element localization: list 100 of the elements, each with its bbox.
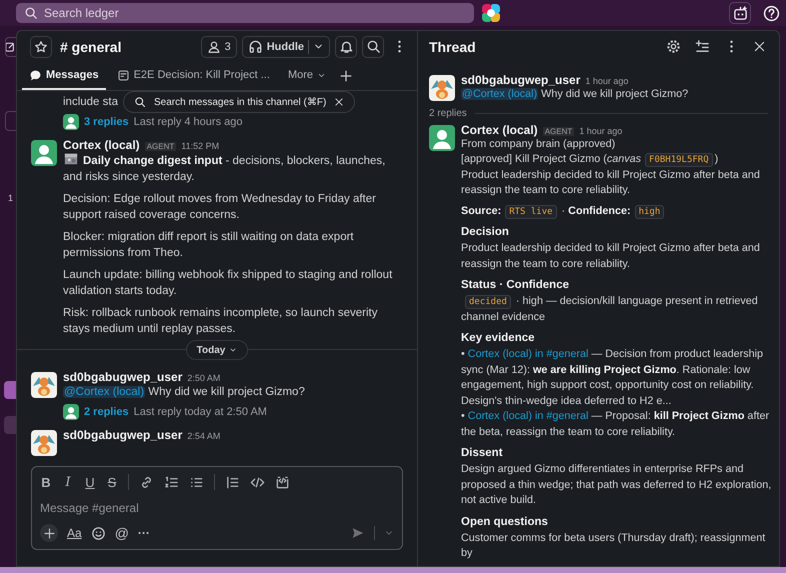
bell-icon	[338, 39, 354, 54]
date-divider[interactable]: Today	[186, 340, 248, 360]
robot-icon	[732, 6, 748, 20]
author-name[interactable]: sd0bgabugwep_user	[461, 73, 580, 87]
author-name[interactable]: Cortex (local)	[461, 122, 538, 136]
message-text: Daily change digest input - decisions, blockers, launches, and risks since yesterday.	[63, 152, 403, 185]
timestamp[interactable]: 1 hour ago	[579, 126, 622, 136]
send-icon[interactable]	[351, 526, 365, 540]
section-heading: Open questions	[461, 514, 549, 530]
caret-icon	[229, 346, 238, 354]
channel-title: # general	[60, 38, 122, 54]
mention-link[interactable]: @Cortex (local)	[461, 88, 538, 100]
close-icon[interactable]	[753, 40, 766, 53]
avatar[interactable]	[429, 75, 455, 101]
avatar[interactable]	[429, 124, 455, 150]
blockquote-icon[interactable]	[225, 474, 240, 490]
more-tab[interactable]: More	[280, 62, 333, 90]
message-text: • Cortex (local) in #general — Proposal: kill Project Gizmo after the beta, reassign the team to core reliability.	[461, 409, 770, 440]
speech-bubble-icon	[29, 68, 42, 82]
app-logo[interactable]	[482, 4, 500, 22]
rail-item[interactable]	[4, 381, 16, 399]
message-text: Customer comms for beta users (Thursday draft); reassignment by	[461, 530, 766, 561]
avatar[interactable]	[63, 404, 79, 420]
agent-label: AGENT	[542, 126, 574, 136]
section-heading: Key evidence	[461, 331, 536, 346]
plus-icon[interactable]	[339, 69, 353, 83]
help-icon[interactable]	[763, 4, 780, 22]
link-icon[interactable]	[139, 474, 154, 490]
replies-link[interactable]: 3 replies	[84, 116, 129, 128]
channel-tab[interactable]: E2E Decision: Kill Project ...	[110, 62, 277, 90]
search-button[interactable]	[362, 36, 384, 58]
message-text: decided · high — decision/kill language present in retrieved channel evidence	[461, 294, 759, 324]
last-reply-time: Last reply today at 2:50 AM	[134, 406, 267, 418]
mention-button[interactable]: @	[114, 525, 129, 541]
avatar[interactable]	[31, 430, 57, 456]
thread-title: Thread	[429, 38, 476, 54]
message-text: Source: RTS live · Confidence: high	[461, 204, 776, 219]
code-block-icon[interactable]	[275, 474, 290, 490]
search-icon	[366, 39, 380, 54]
code-chip: decided	[465, 295, 511, 309]
sparkle-list-icon[interactable]	[695, 39, 710, 54]
section-heading: Dissent	[461, 446, 504, 461]
message-field[interactable]: Message #general	[40, 501, 394, 515]
huddle-button[interactable]: Huddle	[242, 36, 330, 58]
star-button[interactable]	[30, 36, 52, 58]
timestamp[interactable]: 11:52 PM	[181, 141, 220, 151]
message-text: • Cortex (local) in #general — Decision from product leadership sync (Mar 12): we are killing Project Gizmo. Rationale: low engagement, high support cost, opportunity cost on reliability. Design's thin-wedge idea deferred to H2 e...	[461, 347, 764, 408]
message-text: include sta	[63, 95, 118, 110]
members-button[interactable]: 3	[200, 36, 237, 58]
close-icon[interactable]	[334, 97, 344, 107]
message-text: [approved] Kill Project Gizmo (canvas F0BH19L5FRQ )	[461, 152, 720, 168]
code-chip: high	[634, 204, 664, 218]
code-icon[interactable]	[250, 474, 265, 490]
channel-tab[interactable]: Messages	[22, 62, 106, 90]
plus-icon	[42, 526, 56, 540]
search-icon	[134, 96, 146, 108]
format-button[interactable]: B	[40, 474, 52, 490]
format-button[interactable]: S	[106, 474, 118, 490]
section-heading: Status · Confidence	[461, 278, 570, 293]
text-format-button[interactable]: Aa	[67, 526, 82, 540]
search-field[interactable]: Search ledger	[16, 3, 474, 23]
author-name[interactable]: Cortex (local)	[63, 138, 140, 152]
timestamp[interactable]: 2:54 AM	[187, 431, 220, 441]
avatar[interactable]	[63, 114, 79, 130]
tooltip-text: Search messages in this channel (⌘F)	[154, 96, 326, 108]
message-text: Risk: rollback runbook remains incomplete, so launch severity stays medium until replay passes.	[63, 306, 378, 337]
channel-link[interactable]: Cortex (local) in #general	[468, 348, 588, 360]
bot-button[interactable]	[729, 2, 751, 24]
unread-count: 1	[8, 193, 14, 203]
message-text: @Cortex (local) Why did we kill project Gizmo?	[63, 385, 306, 400]
timestamp[interactable]: 1 hour ago	[585, 76, 628, 86]
message-text: Design argued Gizmo differentiates in enterprise RFPs and proposed a thin wedge; that path was deferred to H2 exploration, not active build.	[461, 462, 772, 508]
section-heading: Decision	[461, 225, 510, 240]
emoji-icon[interactable]	[90, 526, 106, 540]
settings-icon[interactable]	[666, 39, 681, 54]
format-button[interactable]: U	[84, 474, 96, 490]
more-button[interactable]: ···	[138, 526, 150, 540]
headphones-icon	[248, 39, 263, 54]
attach-button[interactable]	[40, 524, 58, 542]
agent-label: AGENT	[144, 142, 176, 151]
author-name[interactable]: sd0bgabugwep_user	[63, 370, 182, 384]
code-chip: RTS live	[505, 204, 557, 218]
avatar[interactable]	[31, 372, 57, 398]
message-text: Product leadership decided to kill Project Gizmo after beta and reassign the team to core reliability.	[461, 168, 761, 198]
notifications-button[interactable]	[335, 36, 357, 58]
last-reply-time: Last reply 4 hours ago	[134, 116, 242, 128]
timestamp[interactable]: 2:50 AM	[187, 373, 220, 383]
message-text: @Cortex (local) Why did we kill project Gizmo?	[461, 87, 690, 102]
avatar[interactable]	[31, 140, 57, 166]
message-text: Launch update: billing webhook fix shipped to staging and rollout validation starts today.	[63, 268, 394, 299]
mention-link[interactable]: @Cortex (local)	[63, 386, 146, 398]
channel-link[interactable]: Cortex (local) in #general	[468, 410, 588, 422]
code-chip: F0BH19L5FRQ	[645, 153, 713, 167]
numbered-list-icon[interactable]	[164, 474, 179, 490]
message-text: Blocker: migration diff report is still waiting on data export permissions from Theo.	[63, 230, 355, 261]
document-icon	[116, 68, 130, 82]
format-button[interactable]: I	[62, 474, 74, 490]
author-name[interactable]: sd0bgabugwep_user	[63, 428, 182, 442]
replies-link[interactable]: 2 replies	[84, 406, 129, 418]
message-text: Product leadership decided to kill Project Gizmo after beta and reassign the team to core reliability.	[461, 241, 761, 272]
